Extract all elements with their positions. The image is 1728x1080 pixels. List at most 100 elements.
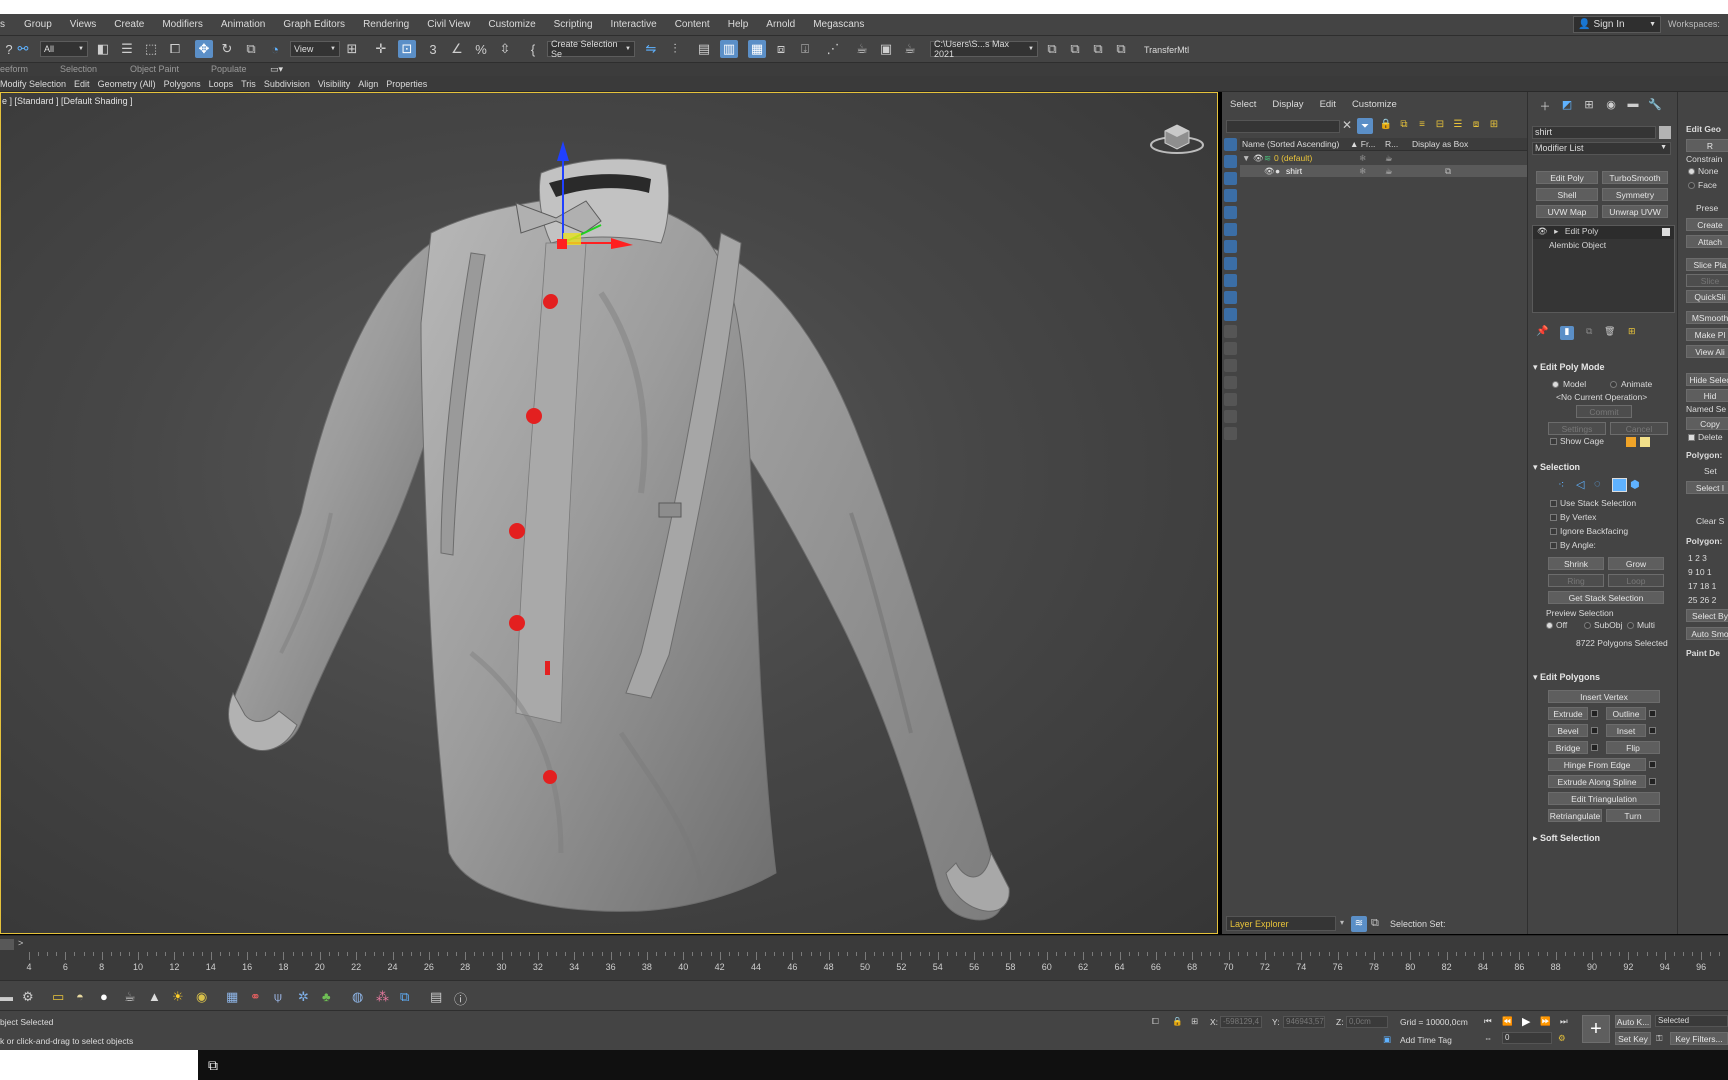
slice-plane-button[interactable]: Slice Pla (1686, 258, 1728, 271)
constraint-none-radio[interactable] (1688, 168, 1695, 175)
eye-icon[interactable]: 👁 (1253, 153, 1264, 164)
previous-frame-icon[interactable]: ⏪ (1502, 1016, 1513, 1027)
edit-triangulation-button[interactable]: Edit Triangulation (1548, 792, 1660, 805)
turbosmooth-button[interactable]: TurboSmooth (1602, 171, 1668, 184)
msmooth-button[interactable]: MSmooth (1686, 311, 1728, 324)
project-path-dropdown[interactable]: C:\Users\S...s Max 2021 ▼ (930, 39, 1038, 59)
ribbon-tab-selection[interactable]: Selection (60, 64, 97, 74)
symmetry-button[interactable]: Symmetry (1602, 188, 1668, 201)
mirror-icon[interactable]: ⇋ (642, 40, 660, 58)
chevron-down-icon[interactable]: ▾ (1340, 918, 1344, 927)
schematic-view-icon[interactable]: ⍗ (796, 40, 814, 58)
display-tab-icon[interactable]: ▬ (1622, 98, 1644, 114)
toggle-ribbon-icon[interactable]: ▦ (748, 40, 766, 58)
ring-button[interactable]: Ring (1548, 574, 1604, 587)
display-spacewarps-icon[interactable] (1224, 223, 1237, 236)
time-config-icon[interactable]: ⚙ (1558, 1033, 1566, 1044)
keyboard-shortcut-icon[interactable]: ⊡ (398, 40, 416, 58)
show-cage-checkbox[interactable] (1550, 438, 1557, 445)
by-vertex-checkbox[interactable] (1550, 514, 1557, 521)
sun-light-icon[interactable]: ☀ (172, 989, 184, 1005)
layer-tool-icon-1[interactable]: ⧉ (1395, 119, 1413, 130)
z-coord-field[interactable]: 0,0cm (1346, 1016, 1388, 1028)
menu-item-rendering[interactable]: Rendering (354, 19, 418, 30)
plant-icon[interactable]: ♣ (322, 989, 331, 1004)
freeze-icon[interactable]: ❄ (1359, 166, 1366, 177)
menu-item-civil-view[interactable]: Civil View (418, 19, 479, 30)
shell-button[interactable]: Shell (1536, 188, 1598, 201)
preview-multi-radio[interactable] (1627, 622, 1634, 629)
ribbon-loops[interactable]: Loops (205, 79, 238, 89)
script-icon-1[interactable]: ⧉ (1043, 40, 1061, 58)
auto-key-button[interactable]: Auto K... (1615, 1015, 1651, 1028)
menu-item-views[interactable]: Views (61, 19, 106, 30)
time-slider[interactable]: > (0, 935, 1728, 952)
extrude-button[interactable]: Extrude (1548, 707, 1588, 720)
key-icon[interactable]: ⚿ (1656, 1033, 1662, 1044)
extrude-settings-icon[interactable] (1591, 710, 1598, 717)
scene-tool-icon[interactable]: ⚙ (22, 989, 34, 1005)
ribbon-tab-populate[interactable]: Populate (211, 64, 247, 74)
go-to-end-icon[interactable]: ⏭ (1560, 1016, 1568, 1027)
x-coord-field[interactable]: -598129,4 (1220, 1016, 1262, 1028)
display-frozen-icon[interactable] (1224, 393, 1237, 406)
display-cameras-icon[interactable] (1224, 189, 1237, 202)
globe-icon[interactable]: ◍ (352, 989, 363, 1005)
cone-primitive-icon[interactable]: ▲ (148, 989, 161, 1004)
script-icon-4[interactable]: ⧉ (1112, 40, 1130, 58)
select-by-name-icon[interactable]: ☰ (118, 40, 136, 58)
cage-color-swatch-2[interactable] (1640, 437, 1650, 447)
commit-button[interactable]: Commit (1576, 405, 1632, 418)
toggle-layer-explorer-icon[interactable]: ▥ (720, 40, 738, 58)
freeze-icon[interactable]: ❄ (1359, 153, 1366, 164)
stack-item-edit-poly[interactable]: 👁 ▸ Edit Poly (1533, 226, 1674, 239)
create-button[interactable]: Create (1686, 218, 1728, 231)
configure-sets-icon[interactable]: ⊞ (1628, 326, 1636, 337)
next-frame-icon[interactable]: ⏩ (1540, 1016, 1551, 1027)
render-icon[interactable]: ☕ (901, 40, 919, 58)
eye-icon[interactable]: 👁 (1537, 226, 1548, 236)
go-to-start-icon[interactable]: ⏮ (1484, 1016, 1492, 1027)
shirt-model[interactable] (1, 93, 1217, 933)
uvw-map-button[interactable]: UVW Map (1536, 205, 1598, 218)
menu-item-animation[interactable]: Animation (212, 19, 274, 30)
ribbon-properties[interactable]: Properties (382, 79, 431, 89)
absolute-mode-icon[interactable]: ⊞ (1191, 1016, 1198, 1027)
display-groups-icon[interactable] (1224, 240, 1237, 253)
retriangulate-button[interactable]: Retriangulate (1548, 809, 1602, 822)
select-by-sg-button[interactable]: Select By (1686, 609, 1728, 622)
object-row-shirt[interactable]: 👁 ● shirt ❄ ☕ ⧉ (1240, 165, 1527, 177)
create-tab-icon[interactable]: ＋ (1534, 98, 1556, 114)
bevel-settings-icon[interactable] (1591, 727, 1598, 734)
menu-item-content[interactable]: Content (666, 19, 719, 30)
sphere-primitive-icon[interactable]: ● (100, 989, 108, 1004)
script-icon-3[interactable]: ⧉ (1089, 40, 1107, 58)
make-planar-button[interactable]: Make Pl (1686, 328, 1728, 341)
copy-button[interactable]: Copy (1686, 417, 1728, 430)
display-geometry-icon[interactable] (1224, 138, 1237, 151)
lock-icon[interactable]: 🔒 (1377, 119, 1395, 130)
animate-radio[interactable] (1610, 381, 1617, 388)
rollout-edit-poly-mode[interactable]: ▾ Edit Poly Mode (1531, 362, 1674, 375)
script-icon-2[interactable]: ⧉ (1066, 40, 1084, 58)
display-children-icon[interactable] (1224, 359, 1237, 372)
ribbon-geometry-all[interactable]: Geometry (All) (94, 79, 160, 89)
display-xrefs-icon[interactable] (1224, 257, 1237, 270)
time-tag-icon[interactable]: ▣ (1383, 1034, 1391, 1045)
perspective-viewport[interactable]: e ] [Standard ] [Default Shading ] (0, 92, 1218, 934)
repeat-last-button[interactable]: R (1686, 139, 1728, 152)
bridge-settings-icon[interactable] (1591, 744, 1598, 751)
sort-icon[interactable]: ⧉ (1371, 917, 1379, 930)
scale-icon[interactable]: ⧉ (242, 40, 260, 58)
remove-modifier-icon[interactable]: 🗑 (1604, 326, 1615, 337)
menu-item-group[interactable]: Group (15, 19, 61, 30)
layer-tool-icon-2[interactable]: ≡ (1413, 119, 1431, 130)
menu-item-arnold[interactable]: Arnold (757, 19, 804, 30)
view-align-button[interactable]: View Ali (1686, 345, 1728, 358)
smoothing-group-row-2[interactable]: 9 10 1 (1688, 567, 1712, 577)
layer-row-default[interactable]: ▼ 👁 ≋ 0 (default) ❄ ☕ (1240, 152, 1527, 164)
delete-isolated-checkbox[interactable] (1688, 434, 1695, 441)
grid-tool-icon[interactable]: ▦ (226, 989, 238, 1005)
ribbon-edit[interactable]: Edit (70, 79, 94, 89)
ignore-backfacing-checkbox[interactable] (1550, 528, 1557, 535)
